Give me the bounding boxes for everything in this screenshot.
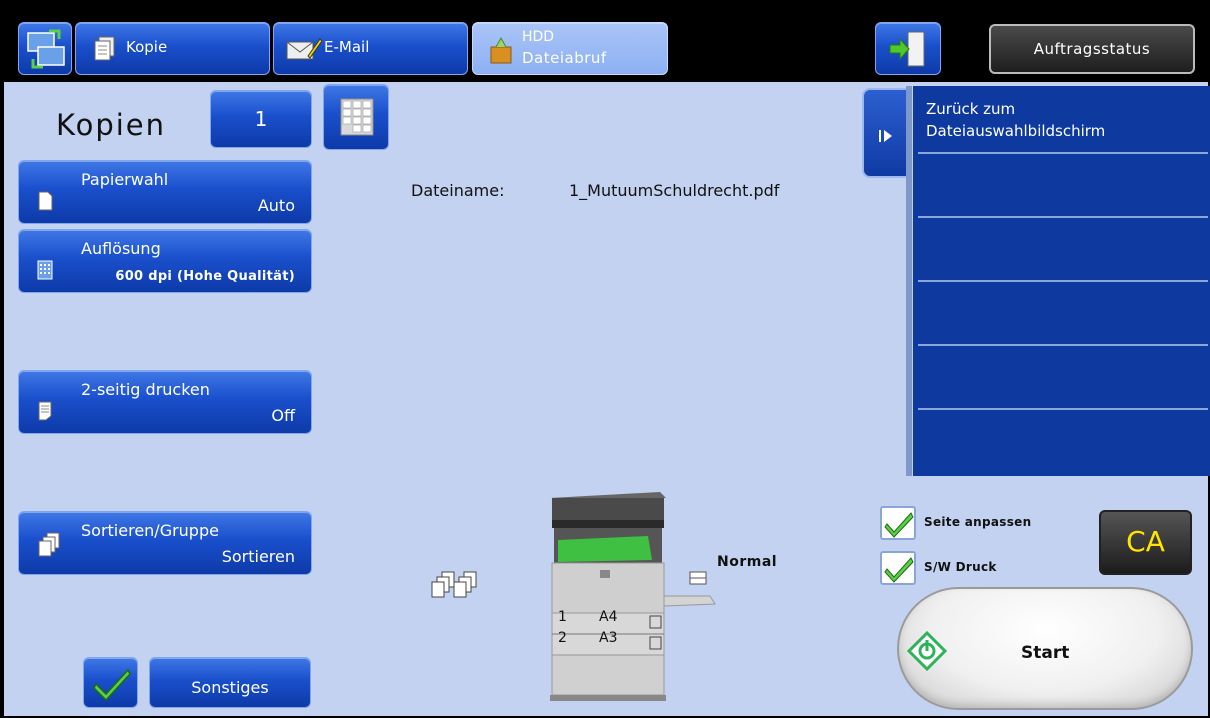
mode-switch-icon (27, 29, 65, 69)
duplex-print-button[interactable]: 2-seitig drucken Off (18, 370, 312, 434)
copies-count-value: 1 (254, 107, 268, 131)
resolution-value: 600 dpi (Hohe Qualität) (115, 269, 295, 284)
other-functions-label: Sonstiges (191, 678, 269, 697)
filename-value: 1_MutuumSchuldrecht.pdf (569, 181, 780, 200)
tray-1-size: A4 (599, 609, 618, 625)
checkmark-icon (93, 668, 131, 702)
checkmark-icon (884, 557, 914, 583)
logout-icon (889, 31, 925, 67)
printer-screen: Kopie E-Mail HDD Dateiabruf Auftragsstat… (0, 0, 1210, 718)
duplex-print-value: Off (271, 406, 295, 425)
sort-group-button[interactable]: Sortieren/Gruppe Sortieren (18, 511, 312, 575)
duplex-icon (38, 401, 52, 421)
fit-page-checkbox[interactable] (880, 506, 916, 540)
other-functions-button[interactable]: Sonstiges (149, 657, 311, 708)
filename-label: Dateiname: (411, 181, 505, 200)
checkmark-icon (884, 512, 914, 538)
tray-2-number: 2 (558, 630, 567, 646)
list-item[interactable] (918, 154, 1208, 218)
bw-print-checkbox[interactable] (880, 551, 916, 585)
email-icon (286, 38, 322, 60)
list-item[interactable] (918, 410, 1208, 474)
tab-email-label: E-Mail (324, 38, 370, 56)
list-item[interactable] (918, 346, 1208, 410)
paper-select-title: Papierwahl (81, 170, 169, 189)
paper-select-value: Auto (257, 196, 295, 215)
sort-group-title: Sortieren/Gruppe (81, 521, 219, 540)
resolution-icon (37, 260, 53, 280)
clear-all-label: CA (1126, 525, 1165, 558)
job-status-label: Auftragsstatus (1033, 40, 1151, 58)
side-panel-separator (906, 86, 912, 476)
list-item[interactable] (918, 282, 1208, 346)
duplex-print-title: 2-seitig drucken (81, 380, 210, 399)
paper-select-button[interactable]: Papierwahl Auto (18, 160, 312, 224)
output-mode-label: Normal (717, 554, 778, 570)
printer-illustration (550, 492, 716, 701)
back-line1: Zurück zum (926, 100, 1016, 118)
tab-copy-label: Kopie (126, 38, 168, 56)
collated-sets-icon (431, 571, 477, 598)
numeric-keypad-button[interactable] (323, 84, 389, 150)
keypad-icon (340, 98, 374, 136)
resolution-title: Auflösung (81, 239, 161, 258)
tab-hdd-label: HDD (522, 29, 555, 45)
tab-file-retrieval-label: Dateiabruf (522, 49, 607, 67)
start-label: Start (1021, 643, 1070, 663)
bw-print-label: S/W Druck (924, 560, 997, 574)
folder-file-icon (490, 36, 512, 64)
logout-button[interactable] (875, 22, 941, 75)
tray-2-size: A3 (599, 630, 618, 646)
copy-icon (94, 36, 115, 61)
copies-label: Kopien (56, 108, 167, 142)
mode-switch-button[interactable] (18, 22, 72, 75)
copies-count-button[interactable]: 1 (210, 90, 312, 148)
clear-all-button[interactable]: CA (1099, 510, 1192, 575)
job-status-button[interactable]: Auftragsstatus (989, 24, 1195, 74)
fit-page-label: Seite anpassen (924, 515, 1032, 529)
tab-email[interactable]: E-Mail (273, 22, 468, 75)
list-item[interactable] (918, 218, 1208, 282)
panel-arrow-icon (879, 130, 892, 142)
start-button[interactable]: Start (897, 587, 1193, 710)
side-panel-toggle[interactable] (862, 88, 910, 178)
tray-1-number: 1 (558, 609, 567, 625)
tab-hdd-file-retrieval[interactable]: HDD Dateiabruf (472, 22, 668, 75)
back-line2: Dateiauswahlbildschirm (926, 122, 1106, 140)
resolution-button[interactable]: Auflösung 600 dpi (Hohe Qualität) (18, 229, 312, 293)
back-to-file-selection[interactable]: Zurück zum Dateiauswahlbildschirm (918, 88, 1208, 154)
confirm-check-button[interactable] (83, 657, 138, 708)
start-icon (907, 631, 947, 671)
tab-copy[interactable]: Kopie (75, 22, 270, 75)
sort-group-value: Sortieren (221, 547, 295, 566)
paper-icon (38, 191, 53, 211)
sort-icon (38, 532, 60, 557)
